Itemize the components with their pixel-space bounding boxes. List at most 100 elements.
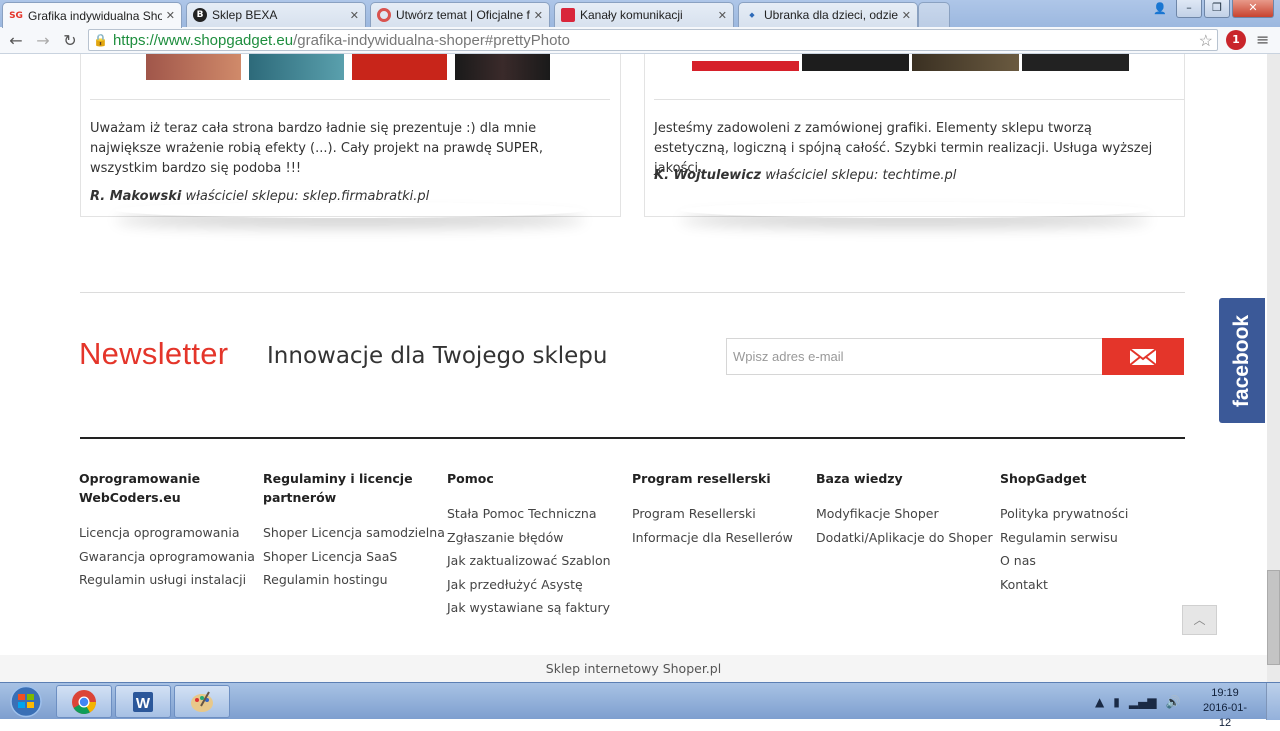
bookmark-star-icon[interactable]: ☆ [1199,31,1213,51]
close-tab-icon[interactable]: ✕ [718,9,727,22]
battery-icon[interactable]: ▮ [1113,695,1120,709]
show-desktop-button[interactable] [1266,683,1280,720]
footer-link[interactable]: Stała Pomoc Techniczna [447,502,627,526]
maximize-button[interactable]: ❐ [1204,0,1230,18]
address-bar[interactable]: 🔒 https://www.shopgadget.eu/grafika-indy… [88,29,1218,51]
tray-expand-icon[interactable]: ▲ [1095,695,1104,709]
footer-link[interactable]: Modyfikacje Shoper [816,502,996,526]
start-button[interactable] [2,684,50,719]
tab-sklep-bexa[interactable]: B Sklep BEXA ✕ [186,2,366,27]
footer-link[interactable]: Program Resellerski [632,502,812,526]
back-arrow-icon[interactable]: ← [5,30,27,52]
facebook-label: facebook [1230,314,1253,407]
author-name: R. Makowski [90,189,182,204]
footer-column-oprogramowanie: Oprogramowanie WebCoders.eu Licencja opr… [79,469,259,592]
minimize-button[interactable]: – [1176,0,1202,18]
thumbnail-image[interactable] [249,54,344,80]
url-scheme: https:// [112,31,158,49]
footer-link[interactable]: Zgłaszanie błędów [447,526,627,550]
newsletter-email-input[interactable] [726,338,1103,375]
footer-link[interactable]: Dodatki/Aplikacje do Shoper [816,526,996,550]
author-name: K. Wojtulewicz [654,168,762,183]
volume-icon[interactable]: 🔊 [1166,695,1181,709]
author-role: właściciel sklepu: techtime.pl [765,168,957,183]
tab-label: Kanały komunikacji [580,8,683,22]
footer-link[interactable]: Regulamin hostingu [263,568,443,592]
close-tab-icon[interactable]: ✕ [166,9,175,22]
footer-link[interactable]: O nas [1000,549,1180,573]
tab-ubranka[interactable]: ◆ Ubranka dla dzieci, odzież ✕ [738,2,918,27]
footer-link[interactable]: Shoper Licencja samodzielna [263,521,445,545]
footer-link[interactable]: Jak przedłużyć Asystę [447,573,627,597]
window-controls: 👤 – ❐ ✕ [1146,0,1274,18]
facebook-widget-button[interactable]: facebook [1219,298,1265,423]
footer-link[interactable]: Polityka prywatności [1000,502,1180,526]
footer-link[interactable]: Jak zaktualizować Szablon [447,549,627,573]
forward-arrow-icon[interactable]: → [32,30,54,52]
close-tab-icon[interactable]: ✕ [350,9,359,22]
footer-link[interactable]: Kontakt [1000,573,1180,597]
footer-link[interactable]: Gwarancja oprogramowania [79,545,259,569]
taskbar-chrome[interactable] [56,685,112,718]
testimonial-images [692,54,1129,71]
footer-link[interactable]: Informacje dla Resellerów [632,526,812,550]
footer-column-shopgadget: ShopGadget Polityka prywatności Regulami… [1000,469,1180,596]
tab-utworz-temat[interactable]: Utwórz temat | Oficjalne fo ✕ [370,2,550,27]
testimonial-images [146,54,550,80]
footer-column-title: Regulaminy i licencje partnerów [263,471,413,505]
footer-column-regulaminy: Regulaminy i licencje partnerów Shoper L… [263,469,445,592]
menu-icon[interactable]: ≡ [1256,30,1269,49]
footer-link[interactable]: Jak wystawiane są faktury [447,596,627,620]
thumbnail-image[interactable] [802,54,909,71]
thumbnail-image[interactable] [912,54,1019,71]
close-window-button[interactable]: ✕ [1232,0,1274,18]
footer-divider [80,437,1185,439]
tab-label: Utwórz temat | Oficjalne fo [396,8,530,22]
user-profile-icon[interactable]: 👤 [1146,0,1174,18]
footer-link[interactable]: Regulamin serwisu [1000,526,1180,550]
thumbnail-image[interactable] [146,54,241,80]
thumbnail-image[interactable] [1022,54,1129,71]
footer-link[interactable]: Shoper Licencja SaaS [263,545,443,569]
footer-link[interactable]: Licencja oprogramowania [79,521,259,545]
testimonial-quote: Uważam iż teraz cała strona bardzo ładni… [90,121,543,176]
card-shadow [115,202,585,218]
tab-grafika[interactable]: SG Grafika indywidualna Shop ✕ [2,2,182,28]
thumbnail-image[interactable] [692,54,799,71]
scroll-to-top-button[interactable]: ︿ [1182,605,1217,635]
taskbar-paint[interactable] [174,685,230,718]
taskbar-word[interactable]: W [115,685,171,718]
tab-strip: SG Grafika indywidualna Shop ✕ B Sklep B… [0,0,1280,28]
footer-column-title: Oprogramowanie WebCoders.eu [79,471,201,505]
testimonial-author: K. Wojtulewicz właściciel sklepu: techti… [654,168,956,183]
extension-badge-icon[interactable]: 1 [1226,30,1246,50]
footer-column-program-resellerski: Program resellerski Program Resellerski … [632,469,812,549]
clock-date: 2016-01-12 [1202,702,1248,729]
url-path: /grafika-indywidualna-shoper#prettyPhoto [293,31,570,49]
tab-label: Grafika indywidualna Shop [28,8,162,23]
testimonial-card: Uważam iż teraz cała strona bardzo ładni… [80,54,621,217]
thumbnail-image[interactable] [352,54,447,80]
chevron-up-icon: ︿ [1193,613,1206,627]
scrollbar-thumb[interactable] [1267,570,1280,665]
svg-text:W: W [136,695,151,712]
close-tab-icon[interactable]: ✕ [902,9,911,22]
chrome-icon [72,689,96,714]
system-tray: ▲ ▮ ▂▄▆ 🔊 [1095,683,1180,720]
browser-toolbar: ← → ↻ 🔒 https://www.shopgadget.eu/grafik… [0,27,1280,54]
windows-logo-icon [10,685,42,718]
tab-kanaly-komunikacji[interactable]: Kanały komunikacji ✕ [554,2,734,27]
close-tab-icon[interactable]: ✕ [534,9,543,22]
lock-icon: 🔒 [93,33,108,47]
footer-column-title: ShopGadget [1000,471,1087,486]
taskbar-clock[interactable]: 19:19 2016-01-12 [1200,686,1250,731]
newsletter-submit-button[interactable] [1102,338,1184,375]
network-icon[interactable]: ▂▄▆ [1129,695,1157,709]
windows-taskbar: W ▲ ▮ ▂▄▆ 🔊 19:19 2016-01-12 [0,682,1280,729]
divider [90,99,610,100]
url-host: www.shopgadget.eu [157,31,294,49]
thumbnail-image[interactable] [455,54,550,80]
new-tab-button[interactable] [918,2,950,27]
footer-link[interactable]: Regulamin usługi instalacji [79,568,259,592]
reload-icon[interactable]: ↻ [59,30,81,52]
